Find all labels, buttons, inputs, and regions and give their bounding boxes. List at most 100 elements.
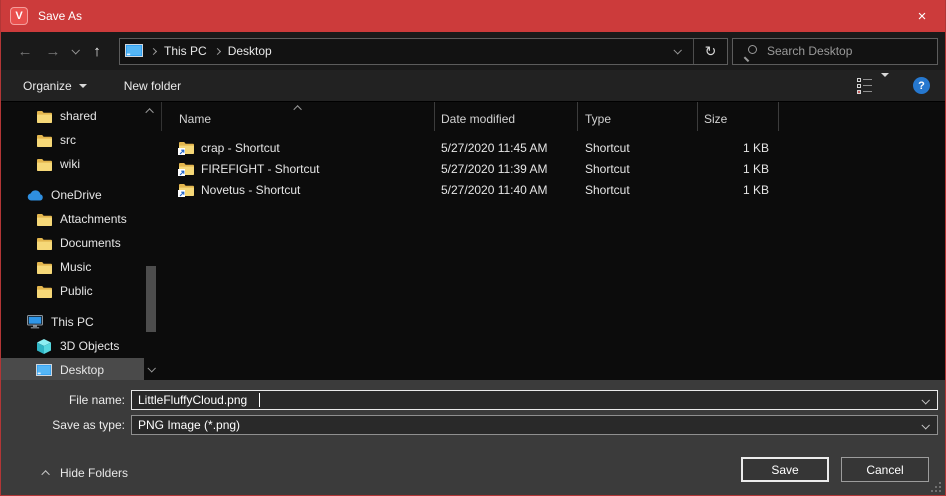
sidebar-item-desktop[interactable]: Desktop — [1, 358, 144, 380]
close-button[interactable]: × — [899, 0, 945, 32]
table-row[interactable]: FIREFIGHT - Shortcut5/27/2020 11:39 AMSh… — [161, 158, 945, 179]
sidebar-scrollbar[interactable] — [145, 102, 158, 380]
chevron-down-icon[interactable] — [921, 396, 929, 404]
chevron-down-icon — [71, 46, 79, 54]
sidebar-item-3d-objects[interactable]: 3D Objects — [1, 334, 161, 358]
up-button[interactable]: ↑ — [83, 44, 111, 59]
search-icon — [744, 45, 757, 58]
sidebar-item-label: Attachments — [60, 212, 127, 226]
cancel-button[interactable]: Cancel — [841, 457, 929, 482]
chevron-up-icon — [41, 470, 49, 478]
breadcrumb-this-pc[interactable]: This PC — [164, 44, 207, 58]
new-folder-button[interactable]: New folder — [124, 79, 181, 93]
new-folder-label: New folder — [124, 79, 181, 93]
sidebar-item-src[interactable]: src — [1, 128, 161, 152]
size-cell: 1 KB — [697, 183, 778, 197]
sidebar-spacer — [1, 176, 161, 183]
column-header-size[interactable]: Size — [698, 102, 779, 131]
help-button[interactable]: ? — [913, 77, 930, 94]
refresh-button[interactable]: ↻ — [694, 39, 727, 64]
file-name-text: crap - Shortcut — [201, 141, 280, 155]
folder-shortcut-icon — [179, 141, 194, 154]
scrollbar-thumb[interactable] — [146, 266, 156, 332]
file-name-text: Novetus - Shortcut — [201, 183, 300, 197]
sidebar-item-wiki[interactable]: wiki — [1, 152, 161, 176]
dialog-footer: Hide Folders Save Cancel — [1, 451, 945, 495]
save-as-type-row: Save as type: PNG Image (*.png) — [1, 415, 945, 435]
address-bar[interactable]: This PC Desktop ↻ — [119, 38, 728, 65]
file-rows: crap - Shortcut5/27/2020 11:45 AMShortcu… — [161, 137, 945, 200]
file-name-cell: Novetus - Shortcut — [161, 183, 434, 197]
sidebar-item-label: OneDrive — [51, 188, 102, 202]
column-header-date-modified[interactable]: Date modified — [435, 102, 578, 131]
chevron-down-icon[interactable] — [921, 421, 929, 429]
type-cell: Shortcut — [577, 162, 697, 176]
sidebar-item-label: This PC — [51, 315, 94, 329]
sidebar-item-shared[interactable]: shared — [1, 104, 161, 128]
sidebar-item-documents[interactable]: Documents — [1, 231, 161, 255]
folder-icon — [36, 237, 52, 250]
file-list-header: Name Date modified Type Size — [161, 102, 945, 131]
column-header-type[interactable]: Type — [578, 102, 698, 131]
folder-icon — [36, 213, 52, 226]
desktop-icon — [36, 364, 52, 376]
triangle-down-icon — [79, 84, 87, 88]
hide-folders-button[interactable]: Hide Folders — [44, 466, 128, 480]
chevron-right-icon — [150, 47, 157, 54]
titlebar: V Save As × — [1, 0, 945, 32]
sidebar-item-label: src — [60, 133, 76, 147]
chevron-right-icon — [214, 47, 221, 54]
file-name-label: File name: — [1, 393, 131, 407]
date-modified-cell: 5/27/2020 11:45 AM — [434, 141, 577, 155]
file-name-cell: crap - Shortcut — [161, 141, 434, 155]
scroll-up-icon[interactable] — [145, 108, 153, 116]
folder-shortcut-icon — [179, 162, 194, 175]
sidebar-item-music[interactable]: Music — [1, 255, 161, 279]
resize-grip[interactable] — [931, 482, 942, 493]
breadcrumb: This PC Desktop — [120, 44, 661, 58]
sidebar-list: shared src wiki OneDrive Attachments Document… — [1, 102, 161, 380]
search-placeholder: Search Desktop — [767, 44, 852, 58]
address-dropdown-button[interactable] — [661, 39, 693, 64]
organize-button[interactable]: Organize — [23, 79, 87, 93]
forward-button[interactable]: → — [39, 44, 67, 59]
details-view-icon[interactable] — [857, 78, 872, 94]
sidebar-item-label: Public — [60, 284, 93, 298]
breadcrumb-desktop[interactable]: Desktop — [228, 44, 272, 58]
sidebar-item-onedrive[interactable]: OneDrive — [1, 183, 161, 207]
search-input[interactable]: Search Desktop — [732, 38, 938, 65]
pc-icon — [27, 315, 43, 329]
save-as-dialog: V Save As × ← → ↑ This PC Desktop — [0, 0, 946, 496]
sidebar-item-label: Desktop — [60, 363, 104, 377]
navigation-bar: ← → ↑ This PC Desktop ↻ — [1, 32, 945, 70]
sidebar-item-this-pc[interactable]: This PC — [1, 310, 161, 334]
sidebar-item-label: 3D Objects — [60, 339, 119, 353]
date-modified-cell: 5/27/2020 11:40 AM — [434, 183, 577, 197]
date-modified-cell: 5/27/2020 11:39 AM — [434, 162, 577, 176]
type-cell: Shortcut — [577, 183, 697, 197]
save-as-type-label: Save as type: — [1, 418, 131, 432]
table-row[interactable]: Novetus - Shortcut 5/27/2020 11:40 AMShor… — [161, 179, 945, 200]
save-as-type-select[interactable]: PNG Image (*.png) — [131, 415, 938, 435]
file-name-input[interactable]: LittleFluffyCloud.png — [131, 390, 938, 410]
recent-locations-button[interactable] — [67, 48, 83, 54]
vivaldi-app-icon: V — [10, 7, 28, 25]
command-toolbar: Organize New folder ? — [1, 70, 945, 102]
save-button[interactable]: Save — [741, 457, 829, 482]
shortcut-arrow-icon — [178, 190, 185, 197]
sidebar-spacer — [1, 303, 161, 310]
sidebar-item-public[interactable]: Public — [1, 279, 161, 303]
file-name-row: File name: LittleFluffyCloud.png — [1, 390, 945, 410]
organize-label: Organize — [23, 79, 72, 93]
hide-folders-label: Hide Folders — [60, 466, 128, 480]
file-list: Name Date modified Type Size crap - Shor… — [161, 102, 945, 380]
sidebar-item-label: Documents — [60, 236, 121, 250]
views-dropdown-button[interactable] — [881, 77, 889, 95]
table-row[interactable]: crap - Shortcut5/27/2020 11:45 AMShortcu… — [161, 137, 945, 158]
folder-icon — [36, 110, 52, 123]
scroll-down-icon[interactable] — [147, 364, 155, 372]
desktop-location-icon — [125, 44, 143, 58]
sidebar-item-label: shared — [60, 109, 97, 123]
sidebar-item-attachments[interactable]: Attachments — [1, 207, 161, 231]
back-button[interactable]: ← — [11, 44, 39, 59]
